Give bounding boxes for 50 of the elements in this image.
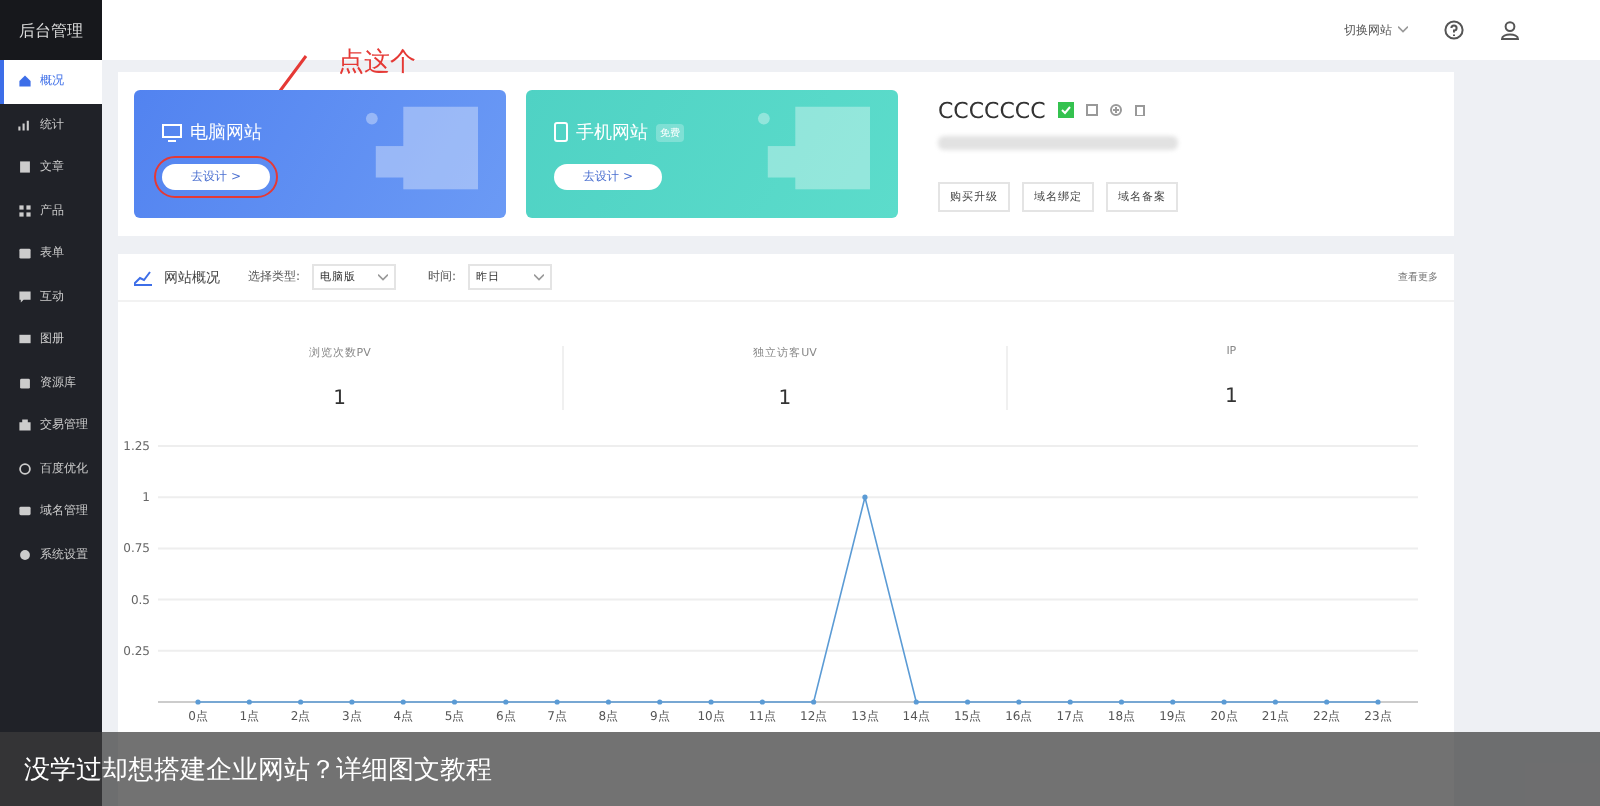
chart-icon bbox=[134, 269, 152, 285]
data-point bbox=[1067, 699, 1073, 705]
site-name: CCCCCCC bbox=[938, 97, 1046, 123]
data-point bbox=[964, 699, 971, 705]
data-point bbox=[400, 699, 406, 705]
check-icon bbox=[1057, 102, 1074, 118]
target-icon bbox=[18, 461, 32, 476]
data-point bbox=[554, 699, 560, 705]
chart-icon bbox=[18, 117, 32, 132]
bag-icon bbox=[18, 418, 32, 433]
add-icon[interactable] bbox=[1109, 104, 1122, 116]
delete-icon[interactable] bbox=[1133, 104, 1146, 116]
help-icon[interactable] bbox=[1444, 20, 1464, 40]
data-point bbox=[605, 699, 612, 705]
stat-value: 1 bbox=[1224, 386, 1238, 408]
stat-value: 1 bbox=[778, 388, 792, 410]
data-point bbox=[1016, 699, 1022, 705]
caret-icon bbox=[378, 273, 389, 281]
data-point bbox=[503, 699, 509, 705]
app-title: 后台管理 bbox=[0, 0, 102, 60]
data-point bbox=[1324, 699, 1330, 705]
grid-icon bbox=[18, 203, 32, 218]
stat-value: 1 bbox=[333, 388, 347, 410]
user-icon[interactable] bbox=[1500, 20, 1520, 40]
data-point bbox=[1221, 699, 1227, 705]
monitor-icon bbox=[162, 123, 182, 141]
data-point bbox=[298, 699, 304, 705]
caret-icon bbox=[534, 273, 545, 281]
data-point bbox=[1170, 699, 1176, 705]
home-icon bbox=[18, 74, 32, 89]
data-point bbox=[1118, 699, 1125, 705]
data-point bbox=[862, 494, 868, 500]
data-point bbox=[349, 699, 355, 705]
annotation-text: 点这个 bbox=[338, 46, 416, 80]
edit-icon[interactable] bbox=[1085, 104, 1098, 116]
phone-icon bbox=[554, 122, 568, 142]
caret-icon bbox=[1398, 26, 1408, 34]
data-point bbox=[1272, 699, 1278, 705]
data-point bbox=[913, 699, 919, 705]
data-point bbox=[1375, 699, 1381, 705]
data-point bbox=[657, 699, 663, 705]
data-point bbox=[759, 699, 765, 705]
caption-text: 没学过却想搭建企业网站？详细图文教程 bbox=[24, 753, 492, 787]
chat-icon bbox=[18, 289, 32, 304]
data-point bbox=[811, 699, 817, 705]
card-title: 电脑网站 bbox=[162, 119, 506, 145]
data-point bbox=[451, 699, 458, 705]
data-point bbox=[246, 699, 252, 705]
data-point bbox=[708, 699, 714, 705]
data-point bbox=[195, 699, 201, 705]
